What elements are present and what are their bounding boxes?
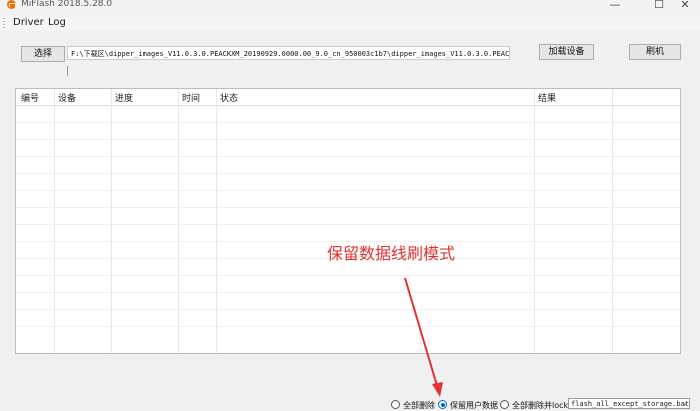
row-divider bbox=[16, 275, 680, 276]
option-label: 全部删除并lock bbox=[512, 401, 569, 410]
option-keep-user-data[interactable]: 保留用户数据 bbox=[438, 400, 498, 410]
column-divider bbox=[534, 89, 535, 353]
column-divider bbox=[612, 89, 613, 353]
table-header: 编号 设备 进度 时间 状态 结果 bbox=[16, 89, 680, 106]
title-bar: MiFlash 2018.5.28.0 — ☐ ✕ bbox=[0, 0, 700, 14]
row-divider bbox=[16, 139, 680, 140]
flash-script-value: flash_all_except_storage.bat bbox=[571, 400, 690, 408]
radio-icon[interactable] bbox=[500, 400, 509, 409]
radio-selected-icon[interactable] bbox=[438, 400, 447, 409]
menu-log[interactable]: Log bbox=[48, 17, 66, 28]
annotation-text: 保留数据线刷模式 bbox=[327, 244, 456, 263]
row-divider bbox=[16, 224, 680, 225]
col-header-status[interactable]: 状态 bbox=[220, 91, 238, 104]
column-divider bbox=[111, 89, 112, 353]
col-header-result[interactable]: 结果 bbox=[538, 91, 556, 104]
flash-button[interactable]: 刷机 bbox=[629, 44, 681, 60]
row-divider bbox=[16, 292, 680, 293]
window-edge bbox=[690, 395, 700, 410]
option-erase-all-lock[interactable]: 全部删除并lock bbox=[500, 400, 568, 410]
flash-script-select[interactable]: flash_all_except_storage.bat ⌄ bbox=[568, 398, 690, 409]
miflash-logo-icon bbox=[7, 0, 16, 9]
option-erase-all[interactable]: 全部删除 bbox=[391, 400, 435, 410]
row-divider bbox=[16, 173, 680, 174]
menu-driver[interactable]: Driver bbox=[13, 17, 44, 28]
option-label: 全部删除 bbox=[403, 401, 435, 410]
col-header-time[interactable]: 时间 bbox=[182, 91, 200, 104]
folder-path-field[interactable]: F:\下载区\dipper_images_V11.0.3.0.PEACKXM_2… bbox=[67, 46, 510, 60]
menu-grip-icon bbox=[3, 18, 5, 28]
row-divider bbox=[16, 207, 680, 208]
row-divider bbox=[16, 156, 680, 157]
load-device-button[interactable]: 加载设备 bbox=[539, 44, 594, 60]
menu-bar bbox=[0, 15, 700, 31]
text-cursor bbox=[67, 66, 68, 76]
row-divider bbox=[16, 190, 680, 191]
device-table[interactable]: 编号 设备 进度 时间 状态 结果 bbox=[15, 88, 681, 354]
select-button[interactable]: 选择 bbox=[21, 46, 65, 62]
option-label: 保留用户数据 bbox=[450, 401, 498, 410]
close-button[interactable]: ✕ bbox=[670, 0, 700, 13]
column-divider bbox=[216, 89, 217, 353]
col-header-number[interactable]: 编号 bbox=[21, 91, 39, 104]
col-header-device[interactable]: 设备 bbox=[58, 91, 76, 104]
row-divider bbox=[16, 326, 680, 327]
window-title: MiFlash 2018.5.28.0 bbox=[21, 0, 113, 9]
chevron-down-icon[interactable]: ⌄ bbox=[682, 399, 687, 408]
column-divider bbox=[178, 89, 179, 353]
col-header-progress[interactable]: 进度 bbox=[115, 91, 133, 104]
row-divider bbox=[16, 122, 680, 123]
minimize-button[interactable]: — bbox=[600, 0, 630, 13]
column-divider bbox=[54, 89, 55, 353]
row-divider bbox=[16, 309, 680, 310]
radio-icon[interactable] bbox=[391, 400, 400, 409]
